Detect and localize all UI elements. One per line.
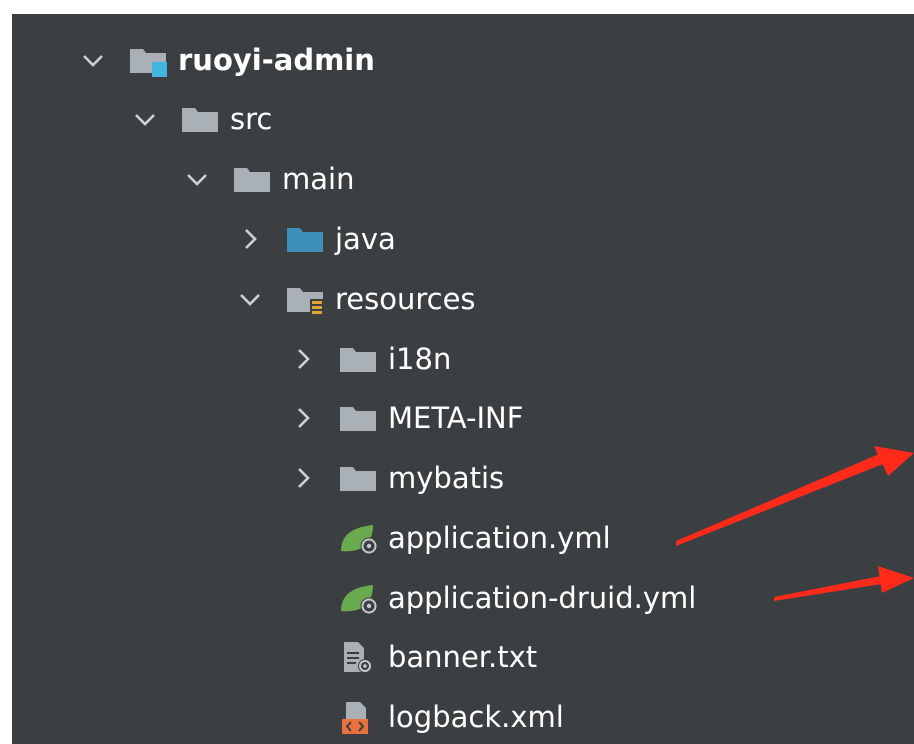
tree-item-label: main bbox=[282, 162, 355, 196]
chevron-right-icon[interactable] bbox=[235, 224, 265, 254]
source-folder-icon bbox=[285, 222, 327, 256]
tree-item-label: mybatis bbox=[388, 461, 505, 495]
tree-item-meta-inf[interactable]: META-INF bbox=[288, 389, 523, 447]
tree-item-logback-xml[interactable]: logback.xml bbox=[288, 688, 564, 744]
tree-item-mybatis[interactable]: mybatis bbox=[288, 449, 504, 507]
chevron-down-icon[interactable] bbox=[235, 284, 265, 314]
tree-item-label: application-druid.yml bbox=[388, 581, 697, 615]
tree-item-label: java bbox=[335, 222, 396, 256]
tree-item-application-yml[interactable]: application.yml bbox=[288, 509, 611, 567]
tree-item-label: META-INF bbox=[388, 401, 524, 435]
tree-item-label: i18n bbox=[388, 342, 452, 376]
tree-item-main[interactable]: main bbox=[182, 150, 354, 208]
tree-item-label: resources bbox=[335, 282, 476, 316]
xml-file-icon bbox=[338, 700, 380, 734]
spring-config-icon bbox=[338, 581, 380, 615]
tree-item-label: src bbox=[230, 102, 273, 136]
spring-config-icon bbox=[338, 521, 380, 555]
folder-icon bbox=[338, 342, 380, 376]
chevron-down-icon[interactable] bbox=[78, 45, 108, 75]
project-tree-panel: ruoyi-admin src main java resources i18n… bbox=[12, 14, 914, 744]
tree-item-java[interactable]: java bbox=[235, 210, 396, 268]
folder-icon bbox=[232, 162, 274, 196]
folder-icon bbox=[180, 102, 222, 136]
folder-icon bbox=[338, 401, 380, 435]
resources-folder-icon bbox=[285, 282, 327, 316]
module-folder-icon bbox=[128, 43, 170, 77]
chevron-right-icon[interactable] bbox=[288, 344, 318, 374]
tree-item-label: logback.xml bbox=[388, 700, 564, 734]
tree-item-ruoyi-admin[interactable]: ruoyi-admin bbox=[78, 31, 375, 89]
tree-item-label: ruoyi-admin bbox=[178, 43, 375, 77]
chevron-down-icon[interactable] bbox=[130, 104, 160, 134]
tree-item-label: banner.txt bbox=[388, 640, 538, 674]
tree-item-label: application.yml bbox=[388, 521, 611, 555]
folder-icon bbox=[338, 461, 380, 495]
chevron-down-icon[interactable] bbox=[182, 164, 212, 194]
chevron-right-icon[interactable] bbox=[288, 463, 318, 493]
tree-item-src[interactable]: src bbox=[130, 90, 272, 148]
tree-item-application-druid-yml[interactable]: application-druid.yml bbox=[288, 569, 696, 627]
tree-item-i18n[interactable]: i18n bbox=[288, 330, 451, 388]
text-file-icon bbox=[338, 640, 380, 674]
chevron-right-icon[interactable] bbox=[288, 403, 318, 433]
tree-item-resources[interactable]: resources bbox=[235, 270, 476, 328]
tree-item-banner-txt[interactable]: banner.txt bbox=[288, 628, 537, 686]
